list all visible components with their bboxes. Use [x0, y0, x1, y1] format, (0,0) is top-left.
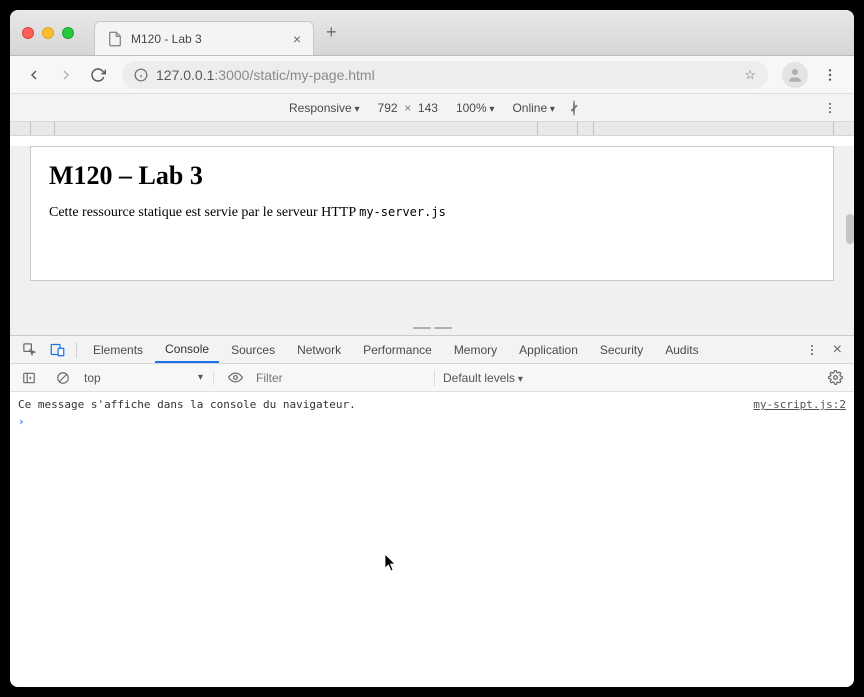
console-source-link[interactable]: my-script.js:2	[753, 398, 846, 411]
network-throttle-select[interactable]: Online	[512, 101, 555, 115]
inspect-element-button[interactable]	[16, 337, 42, 363]
execution-context-select[interactable]: top ▾	[84, 371, 214, 385]
device-toolbar-menu[interactable]	[816, 94, 844, 122]
console-filter-input[interactable]	[256, 371, 426, 385]
device-select[interactable]: Responsive	[289, 101, 360, 115]
traffic-lights	[22, 27, 74, 39]
page-viewport[interactable]: M120 – Lab 3 Cette ressource statique es…	[30, 146, 834, 281]
page-heading: M120 – Lab 3	[49, 161, 815, 191]
ruler	[10, 122, 854, 136]
rotate-icon	[573, 100, 575, 116]
devtools-resize-handle[interactable]	[412, 327, 452, 331]
tab-performance[interactable]: Performance	[353, 336, 442, 363]
viewport-width[interactable]: 792	[378, 101, 398, 115]
live-expression-button[interactable]	[222, 365, 248, 391]
console-settings-button[interactable]	[822, 365, 848, 391]
console-sidebar-toggle[interactable]	[16, 365, 42, 391]
console-toolbar: top ▾ Default levels	[10, 364, 854, 392]
device-toolbar: Responsive 792 × 143 100% Online	[10, 94, 854, 122]
scrollbar-thumb[interactable]	[846, 214, 854, 244]
toggle-device-toolbar-button[interactable]	[44, 337, 70, 363]
inspect-icon	[22, 342, 37, 357]
console-prompt[interactable]	[18, 413, 846, 430]
tab-elements[interactable]: Elements	[83, 336, 153, 363]
clear-icon	[56, 371, 70, 385]
file-icon	[107, 31, 123, 47]
window-titlebar: M120 - Lab 3 × +	[10, 10, 854, 56]
vertical-dots-icon	[823, 101, 837, 115]
tab-security[interactable]: Security	[590, 336, 653, 363]
maximize-window-button[interactable]	[62, 27, 74, 39]
console-output[interactable]: Ce message s'affiche dans la console du …	[10, 392, 854, 687]
minimize-window-button[interactable]	[42, 27, 54, 39]
responsive-viewport-area: M120 – Lab 3 Cette ressource statique es…	[10, 146, 854, 335]
tab-console[interactable]: Console	[155, 336, 219, 363]
url-text: 127.0.0.1:3000/static/my-page.html	[156, 67, 736, 83]
devtools-tabbar: Elements Console Sources Network Perform…	[10, 336, 854, 364]
user-icon	[786, 66, 804, 84]
device-icon	[50, 342, 65, 357]
browser-toolbar: 127.0.0.1:3000/static/my-page.html ☆	[10, 56, 854, 94]
console-message-text: Ce message s'affiche dans la console du …	[18, 398, 356, 411]
profile-avatar[interactable]	[782, 62, 808, 88]
gear-icon	[828, 370, 843, 385]
bookmark-star-icon[interactable]: ☆	[744, 67, 756, 83]
back-button[interactable]	[20, 61, 48, 89]
tab-audits[interactable]: Audits	[655, 336, 708, 363]
rotate-button[interactable]	[573, 101, 575, 115]
viewport-height[interactable]: 143	[418, 101, 438, 115]
reload-button[interactable]	[84, 61, 112, 89]
console-log-entry: Ce message s'affiche dans la console du …	[18, 396, 846, 413]
info-icon	[134, 68, 148, 82]
devtools-panel: Elements Console Sources Network Perform…	[10, 335, 854, 687]
browser-tab[interactable]: M120 - Lab 3 ×	[94, 21, 314, 55]
tab-network[interactable]: Network	[287, 336, 351, 363]
forward-button[interactable]	[52, 61, 80, 89]
eye-icon	[228, 370, 243, 385]
devtools-menu-button[interactable]	[799, 337, 825, 363]
browser-menu-button[interactable]	[816, 61, 844, 89]
vertical-dots-icon	[805, 343, 819, 357]
tab-sources[interactable]: Sources	[221, 336, 285, 363]
code-inline: my-server.js	[359, 205, 446, 219]
devtools-close-button[interactable]: ×	[827, 341, 848, 359]
sidebar-icon	[22, 371, 36, 385]
new-tab-button[interactable]: +	[326, 22, 337, 43]
zoom-select[interactable]: 100%	[456, 101, 495, 115]
tab-memory[interactable]: Memory	[444, 336, 507, 363]
address-bar[interactable]: 127.0.0.1:3000/static/my-page.html ☆	[122, 61, 768, 89]
vertical-dots-icon	[822, 67, 838, 83]
tab-title: M120 - Lab 3	[131, 32, 285, 46]
clear-console-button[interactable]	[50, 365, 76, 391]
log-levels-select[interactable]: Default levels	[443, 371, 523, 385]
page-paragraph: Cette ressource statique est servie par …	[49, 205, 815, 221]
close-window-button[interactable]	[22, 27, 34, 39]
tab-application[interactable]: Application	[509, 336, 588, 363]
tab-close-button[interactable]: ×	[293, 31, 301, 47]
